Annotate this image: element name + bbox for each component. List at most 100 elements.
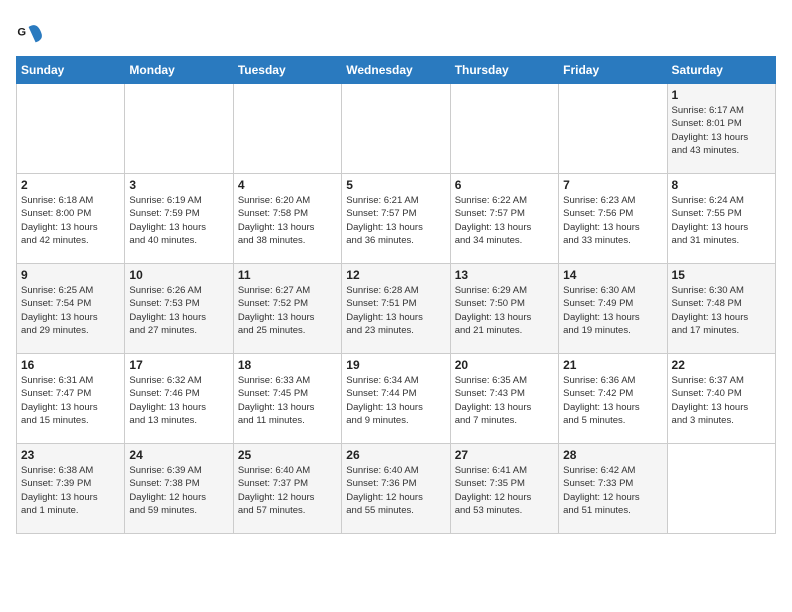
calendar-cell: 25Sunrise: 6:40 AM Sunset: 7:37 PM Dayli… [233,444,341,534]
calendar-cell [125,84,233,174]
day-info: Sunrise: 6:18 AM Sunset: 8:00 PM Dayligh… [21,194,120,247]
day-number: 23 [21,448,120,462]
day-number: 4 [238,178,337,192]
calendar-week-row: 9 Sunrise: 6:25 AM Sunset: 7:54 PM Daylig… [17,264,776,354]
weekday-header-row: SundayMondayTuesdayWednesdayThursdayFrid… [17,57,776,84]
day-number: 6 [455,178,554,192]
day-number: 26 [346,448,445,462]
calendar-week-row: 1 Sunrise: 6:17 AM Sunset: 8:01 PM Daylig… [17,84,776,174]
day-info: Sunrise: 6:21 AM Sunset: 7:57 PM Dayligh… [346,194,445,247]
calendar-cell: 10Sunrise: 6:26 AM Sunset: 7:53 PM Dayli… [125,264,233,354]
weekday-header-friday: Friday [559,57,667,84]
day-info: Sunrise: 6:39 AM Sunset: 7:38 PM Dayligh… [129,464,228,517]
page-header: G [16,16,776,48]
day-number: 18 [238,358,337,372]
weekday-header-monday: Monday [125,57,233,84]
day-number: 20 [455,358,554,372]
day-number: 5 [346,178,445,192]
day-info: Sunrise: 6:42 AM Sunset: 7:33 PM Dayligh… [563,464,662,517]
calendar-table: SundayMondayTuesdayWednesdayThursdayFrid… [16,56,776,534]
day-number: 3 [129,178,228,192]
calendar-cell: 21 Sunrise: 6:36 AM Sunset: 7:42 PM Dayli… [559,354,667,444]
calendar-cell: 23 Sunrise: 6:38 AM Sunset: 7:39 PM Dayli… [17,444,125,534]
day-number: 12 [346,268,445,282]
day-info: Sunrise: 6:28 AM Sunset: 7:51 PM Dayligh… [346,284,445,337]
day-info: Sunrise: 6:36 AM Sunset: 7:42 PM Dayligh… [563,374,662,427]
day-info: Sunrise: 6:33 AM Sunset: 7:45 PM Dayligh… [238,374,337,427]
calendar-cell: 12 Sunrise: 6:28 AM Sunset: 7:51 PM Dayli… [342,264,450,354]
calendar-cell: 2 Sunrise: 6:18 AM Sunset: 8:00 PM Daylig… [17,174,125,264]
day-info: Sunrise: 6:22 AM Sunset: 7:57 PM Dayligh… [455,194,554,247]
day-number: 15 [672,268,771,282]
calendar-cell: 16Sunrise: 6:31 AM Sunset: 7:47 PM Dayli… [17,354,125,444]
day-info: Sunrise: 6:17 AM Sunset: 8:01 PM Dayligh… [672,104,771,157]
day-info: Sunrise: 6:25 AM Sunset: 7:54 PM Dayligh… [21,284,120,337]
calendar-cell [17,84,125,174]
day-number: 10 [129,268,228,282]
logo: G [16,20,46,48]
day-number: 9 [21,268,120,282]
day-number: 14 [563,268,662,282]
calendar-cell: 24 Sunrise: 6:39 AM Sunset: 7:38 PM Dayli… [125,444,233,534]
day-info: Sunrise: 6:27 AM Sunset: 7:52 PM Dayligh… [238,284,337,337]
calendar-cell: 19 Sunrise: 6:34 AM Sunset: 7:44 PM Dayli… [342,354,450,444]
calendar-cell: 28 Sunrise: 6:42 AM Sunset: 7:33 PM Dayli… [559,444,667,534]
day-info: Sunrise: 6:34 AM Sunset: 7:44 PM Dayligh… [346,374,445,427]
calendar-cell [450,84,558,174]
day-info: Sunrise: 6:41 AM Sunset: 7:35 PM Dayligh… [455,464,554,517]
day-info: Sunrise: 6:29 AM Sunset: 7:50 PM Dayligh… [455,284,554,337]
day-info: Sunrise: 6:31 AM Sunset: 7:47 PM Dayligh… [21,374,120,427]
calendar-cell [667,444,775,534]
logo-icon: G [16,20,44,48]
calendar-cell: 27 Sunrise: 6:41 AM Sunset: 7:35 PM Dayli… [450,444,558,534]
weekday-header-wednesday: Wednesday [342,57,450,84]
calendar-cell: 17Sunrise: 6:32 AM Sunset: 7:46 PM Dayli… [125,354,233,444]
calendar-cell: 15 Sunrise: 6:30 AM Sunset: 7:48 PM Dayli… [667,264,775,354]
weekday-header-saturday: Saturday [667,57,775,84]
day-number: 19 [346,358,445,372]
day-info: Sunrise: 6:23 AM Sunset: 7:56 PM Dayligh… [563,194,662,247]
calendar-week-row: 23 Sunrise: 6:38 AM Sunset: 7:39 PM Dayli… [17,444,776,534]
day-info: Sunrise: 6:38 AM Sunset: 7:39 PM Dayligh… [21,464,120,517]
calendar-week-row: 2 Sunrise: 6:18 AM Sunset: 8:00 PM Daylig… [17,174,776,264]
calendar-cell: 13 Sunrise: 6:29 AM Sunset: 7:50 PM Dayli… [450,264,558,354]
day-info: Sunrise: 6:37 AM Sunset: 7:40 PM Dayligh… [672,374,771,427]
day-number: 27 [455,448,554,462]
calendar-cell: 3 Sunrise: 6:19 AM Sunset: 7:59 PM Daylig… [125,174,233,264]
calendar-cell [559,84,667,174]
day-number: 2 [21,178,120,192]
day-number: 7 [563,178,662,192]
calendar-cell: 22 Sunrise: 6:37 AM Sunset: 7:40 PM Dayli… [667,354,775,444]
calendar-cell: 6 Sunrise: 6:22 AM Sunset: 7:57 PM Daylig… [450,174,558,264]
calendar-week-row: 16Sunrise: 6:31 AM Sunset: 7:47 PM Dayli… [17,354,776,444]
day-info: Sunrise: 6:24 AM Sunset: 7:55 PM Dayligh… [672,194,771,247]
day-info: Sunrise: 6:35 AM Sunset: 7:43 PM Dayligh… [455,374,554,427]
calendar-cell: 8Sunrise: 6:24 AM Sunset: 7:55 PM Daylig… [667,174,775,264]
calendar-cell: 18 Sunrise: 6:33 AM Sunset: 7:45 PM Dayli… [233,354,341,444]
day-number: 21 [563,358,662,372]
weekday-header-tuesday: Tuesday [233,57,341,84]
day-number: 22 [672,358,771,372]
day-info: Sunrise: 6:40 AM Sunset: 7:37 PM Dayligh… [238,464,337,517]
day-info: Sunrise: 6:40 AM Sunset: 7:36 PM Dayligh… [346,464,445,517]
day-number: 28 [563,448,662,462]
day-number: 17 [129,358,228,372]
day-info: Sunrise: 6:19 AM Sunset: 7:59 PM Dayligh… [129,194,228,247]
calendar-cell: 20 Sunrise: 6:35 AM Sunset: 7:43 PM Dayli… [450,354,558,444]
calendar-cell: 11Sunrise: 6:27 AM Sunset: 7:52 PM Dayli… [233,264,341,354]
calendar-cell [233,84,341,174]
calendar-cell: 7 Sunrise: 6:23 AM Sunset: 7:56 PM Daylig… [559,174,667,264]
calendar-cell [342,84,450,174]
calendar-cell: 9 Sunrise: 6:25 AM Sunset: 7:54 PM Daylig… [17,264,125,354]
weekday-header-thursday: Thursday [450,57,558,84]
calendar-cell: 1 Sunrise: 6:17 AM Sunset: 8:01 PM Daylig… [667,84,775,174]
calendar-cell: 14 Sunrise: 6:30 AM Sunset: 7:49 PM Dayli… [559,264,667,354]
day-info: Sunrise: 6:30 AM Sunset: 7:49 PM Dayligh… [563,284,662,337]
svg-text:G: G [17,26,26,38]
day-number: 1 [672,88,771,102]
weekday-header-sunday: Sunday [17,57,125,84]
day-info: Sunrise: 6:30 AM Sunset: 7:48 PM Dayligh… [672,284,771,337]
day-number: 24 [129,448,228,462]
day-number: 13 [455,268,554,282]
calendar-cell: 26 Sunrise: 6:40 AM Sunset: 7:36 PM Dayli… [342,444,450,534]
